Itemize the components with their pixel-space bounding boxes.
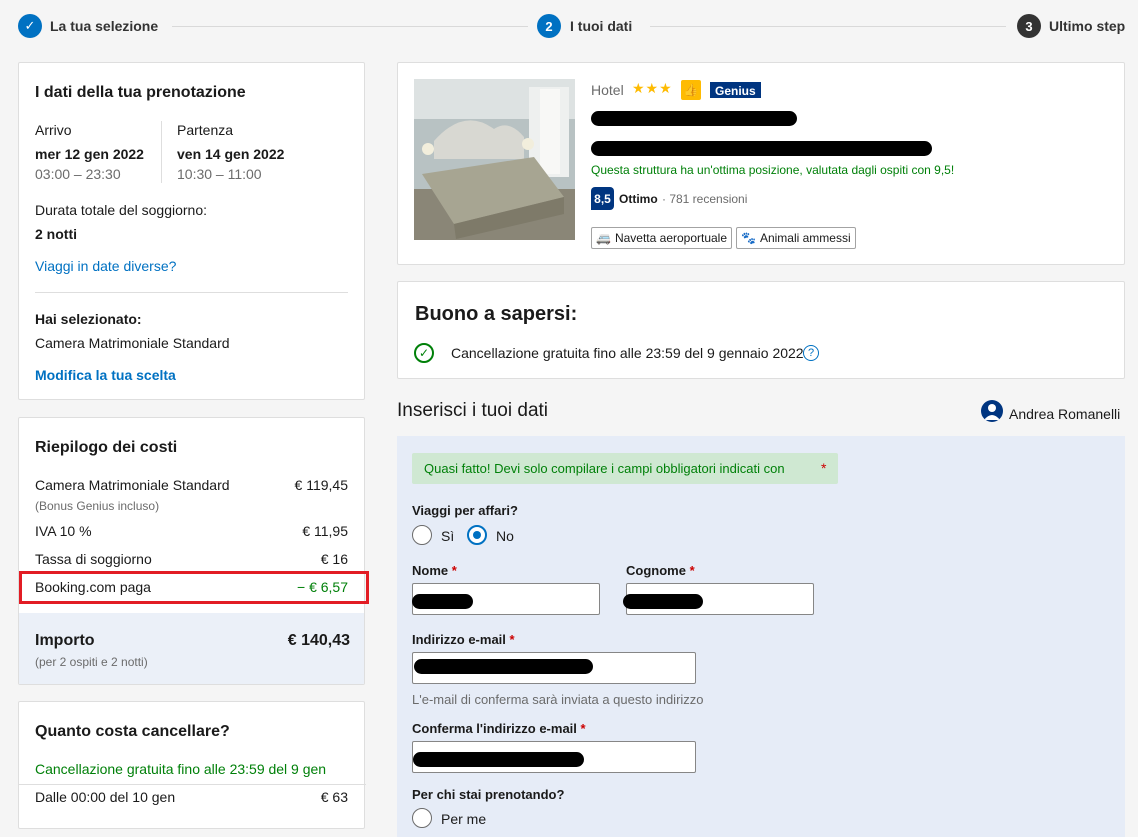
cost-summary-card: Riepilogo dei costi Camera Matrimoniale … — [18, 417, 365, 685]
booking-title: I dati della tua prenotazione — [35, 84, 246, 101]
step-1-label[interactable]: La tua selezione — [50, 18, 158, 34]
modify-selection-link[interactable]: Modifica la tua scelta — [35, 367, 176, 383]
checkin-label: Arrivo — [35, 122, 72, 138]
cancellation-from-value: € 63 — [320, 789, 348, 805]
review-score-label: Ottimo — [619, 192, 658, 206]
amenity-shuttle: 🚐 Navetta aeroportuale — [591, 227, 733, 249]
cancellation-from-label: Dalle 00:00 del 10 gen — [35, 789, 176, 805]
first-name-label: Nome * — [412, 563, 457, 578]
selected-room: Camera Matrimoniale Standard — [35, 335, 230, 351]
selected-label: Hai selezionato: — [35, 311, 142, 327]
form-title: Inserisci i tuoi dati — [397, 400, 549, 421]
cost-row-vat-label: IVA 10 % — [35, 523, 92, 539]
hotel-card: Hotel ★★★ 👍 Genius Questa struttura ha u… — [397, 62, 1125, 265]
cost-summary-title: Riepilogo dei costi — [35, 439, 178, 456]
cost-row-tax-value: € 16 — [320, 551, 348, 567]
step-1-check-icon: ✓ — [18, 14, 42, 38]
business-trip-label: Viaggi per affari? — [412, 503, 518, 518]
total-label: Importo — [35, 632, 95, 649]
change-dates-link[interactable]: Viaggi in date diverse? — [35, 258, 176, 274]
highlight-box — [19, 571, 369, 604]
for-whom-label: Per chi stai prenotando? — [412, 787, 565, 802]
step-2-label: I tuoi dati — [570, 18, 633, 34]
hotel-stars: ★★★ — [632, 80, 673, 96]
review-count: · 781 recensioni — [662, 192, 748, 206]
good-to-know-title: Buono a sapersi: — [415, 303, 578, 325]
location-note: Questa struttura ha un'ottima posizione,… — [591, 163, 955, 177]
checkout-time: 10:30 – 11:00 — [177, 166, 262, 182]
total-value: € 140,43 — [287, 632, 350, 649]
business-yes-radio[interactable] — [412, 525, 432, 545]
thumbs-up-icon: 👍 — [681, 80, 701, 100]
email-label: Indirizzo e-mail * — [412, 632, 515, 647]
cost-row-room-value: € 119,45 — [294, 477, 348, 493]
for-me-radio[interactable] — [412, 808, 432, 828]
amenity-pets: 🐾 Animali ammessi — [736, 227, 856, 249]
user-avatar-icon — [981, 400, 1003, 422]
cancellation-free-text: Cancellazione gratuita fino alle 23:59 d… — [35, 761, 327, 777]
total-note: (per 2 ospiti e 2 notti) — [35, 655, 148, 669]
step-2-number: 2 — [537, 14, 561, 38]
guest-details-form: Quasi fatto! Devi solo compilare i campi… — [397, 436, 1125, 837]
step-3-label: Ultimo step — [1049, 18, 1126, 34]
checkin-date: mer 12 gen 2022 — [35, 146, 144, 162]
genius-badge: Genius — [709, 81, 762, 99]
hotel-type: Hotel — [591, 82, 624, 98]
checkin-time: 03:00 – 23:30 — [35, 166, 121, 182]
user-name: Andrea Romanelli — [1009, 406, 1121, 422]
form-notice: Quasi fatto! Devi solo compilare i campi… — [412, 453, 838, 484]
email-confirm-label: Conferma l'indirizzo e-mail * — [412, 721, 586, 736]
checkout-date: ven 14 gen 2022 — [177, 146, 285, 162]
business-no-label[interactable]: No — [496, 528, 514, 544]
good-to-know-text: Cancellazione gratuita fino alle 23:59 d… — [451, 345, 804, 361]
progress-steps: ✓ La tua selezione 2 I tuoi dati 3 Ultim… — [0, 0, 1138, 52]
cost-row-vat-value: € 11,95 — [302, 523, 348, 539]
good-to-know-card: Buono a sapersi: ✓ Cancellazione gratuit… — [397, 281, 1125, 379]
step-3-number: 3 — [1017, 14, 1041, 38]
review-score-badge: 8,5 — [591, 187, 614, 210]
total-box: Importo (per 2 ospiti e 2 notti) € 140,4… — [19, 613, 364, 684]
hotel-photo[interactable] — [414, 79, 575, 240]
help-icon[interactable]: ? — [803, 345, 819, 361]
business-yes-label[interactable]: Sì — [441, 528, 454, 544]
for-me-label[interactable]: Per me — [441, 811, 486, 827]
checkout-label: Partenza — [177, 122, 234, 138]
booking-details-card: I dati della tua prenotazione Arrivo mer… — [18, 62, 365, 400]
redacted-hotel-name — [591, 111, 797, 126]
cancellation-title: Quanto costa cancellare? — [35, 723, 230, 740]
check-circle-icon: ✓ — [414, 343, 434, 363]
cost-row-room-label: Camera Matrimoniale Standard — [35, 477, 230, 493]
email-hint: L'e-mail di conferma sarà inviata a ques… — [412, 692, 704, 707]
cost-row-tax-label: Tassa di soggiorno — [35, 551, 152, 567]
paw-icon: 🐾 — [741, 231, 756, 245]
shuttle-icon: 🚐 — [596, 231, 611, 245]
cost-row-room-note: (Bonus Genius incluso) — [35, 499, 160, 513]
redacted-hotel-address — [591, 141, 932, 156]
last-name-label: Cognome * — [626, 563, 695, 578]
duration-value: 2 notti — [35, 226, 77, 242]
business-no-radio[interactable] — [467, 525, 487, 545]
duration-label: Durata totale del soggiorno: — [35, 202, 207, 218]
cancellation-card: Quanto costa cancellare? Cancellazione g… — [18, 701, 366, 829]
